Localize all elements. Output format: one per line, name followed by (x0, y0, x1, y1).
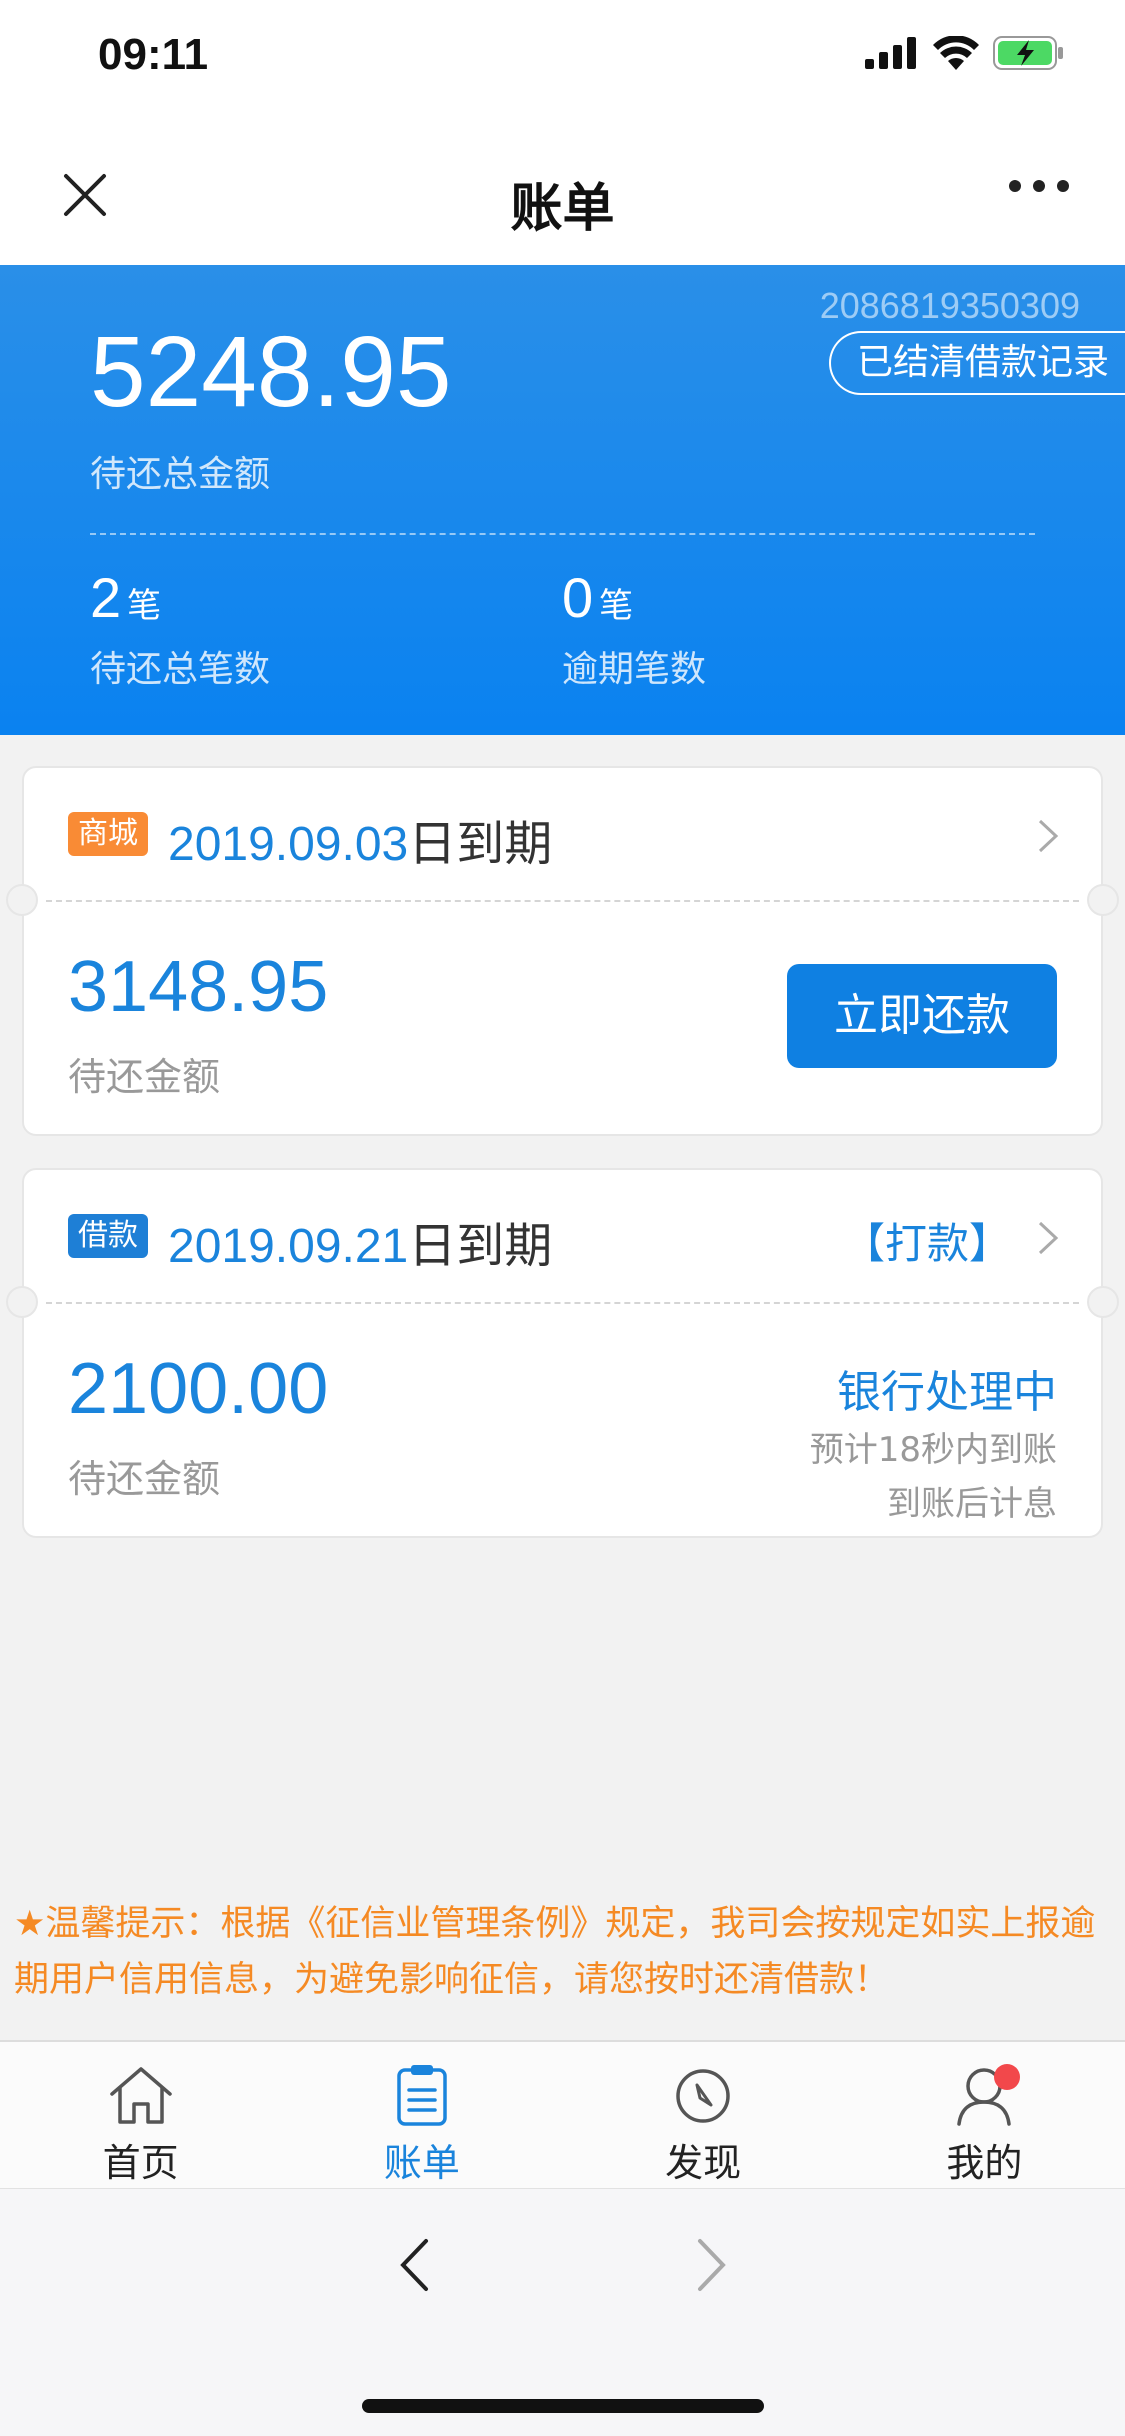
bill-amount: 2100.00 (68, 1349, 329, 1429)
bill-summary: 2086819350309 已结清借款记录 5248.95 待还总金额 2笔 待… (0, 265, 1125, 735)
divider (46, 1302, 1079, 1304)
browser-toolbar (0, 2188, 1125, 2436)
pending-count: 2 (90, 566, 122, 629)
bill-icon (397, 2065, 447, 2126)
forward-arrow-icon[interactable] (696, 2237, 728, 2293)
total-amount: 5248.95 (90, 316, 452, 428)
home-icon (109, 2067, 172, 2124)
page-title: 账单 (510, 179, 615, 239)
status-time: 09:11 (98, 30, 209, 79)
due-date: 2019.09.21日到期 (168, 1206, 552, 1276)
total-amount-label: 待还总金额 (90, 454, 271, 495)
overdue-count-stat: 0笔 逾期笔数 (562, 565, 706, 692)
due-date-suffix: 日到期 (408, 816, 553, 872)
repay-now-button[interactable]: 立即还款 (787, 964, 1057, 1068)
more-icon[interactable] (1009, 180, 1069, 192)
chevron-right-icon[interactable] (1037, 1220, 1059, 1256)
arrival-estimate: 预计18秒内到账 (809, 1430, 1057, 1470)
tab-bill[interactable]: 账单 (281, 2042, 562, 2188)
due-date: 2019.09.03日到期 (168, 804, 552, 874)
tab-discover[interactable]: 发现 (563, 2042, 844, 2188)
bill-amount-label: 待还金额 (68, 1055, 221, 1099)
bill-card: 商城 2019.09.03日到期 3148.95 待还金额 立即还款 (6, 766, 1119, 1136)
signal-icon (865, 37, 916, 69)
due-date-value: 2019.09.03 (168, 818, 409, 871)
compass-icon (676, 2069, 730, 2123)
warning-tip: ★温馨提示：根据《征信业管理条例》规定，我司会按规定如实上报逾期用户信用信息，为… (14, 1904, 1096, 2000)
chevron-right-icon[interactable] (1037, 818, 1059, 854)
tab-bar: 首页 账单 发现 我的 (0, 2040, 1125, 2188)
tab-label: 首页 (102, 2141, 179, 2185)
card-notch (6, 884, 38, 916)
status-icons (865, 36, 1065, 70)
transfer-link[interactable]: 【打款】 (843, 1210, 1011, 1271)
wifi-icon (933, 36, 979, 70)
notification-dot (993, 2064, 1020, 2090)
overdue-count-label: 逾期笔数 (562, 649, 707, 690)
bill-card: 借款 2019.09.21日到期 【打款】 2100.00 待还金额 银行处理中… (6, 1168, 1119, 1538)
overdue-count: 0 (562, 566, 594, 629)
tab-label: 账单 (383, 2141, 460, 2185)
bill-amount: 3148.95 (68, 947, 329, 1027)
nav-bar: 账单 (0, 130, 1125, 265)
pending-unit: 笔 (127, 586, 162, 626)
settled-records-button[interactable]: 已结清借款记录 (828, 331, 1125, 395)
tab-mine[interactable]: 我的 (844, 2042, 1125, 2188)
back-arrow-icon[interactable] (398, 2237, 430, 2293)
pending-count-stat: 2笔 待还总笔数 (90, 565, 270, 692)
divider (90, 533, 1035, 535)
due-date-value: 2019.09.21 (168, 1220, 409, 1273)
tab-label: 发现 (665, 2141, 742, 2185)
divider (46, 900, 1079, 902)
overdue-unit: 笔 (599, 586, 634, 626)
card-notch (1087, 1286, 1119, 1318)
bill-amount-label: 待还金额 (68, 1457, 221, 1501)
bank-processing-status: 银行处理中 (837, 1367, 1057, 1418)
status-bar: 09:11 (0, 0, 1125, 130)
tab-label: 我的 (946, 2141, 1023, 2185)
bill-card-header[interactable]: 商城 2019.09.03日到期 (24, 768, 1101, 902)
battery-charging-icon (993, 36, 1063, 70)
bill-type-tag: 商城 (68, 812, 148, 856)
bill-card-header[interactable]: 借款 2019.09.21日到期 【打款】 (24, 1170, 1101, 1304)
account-number: 2086819350309 (819, 285, 1080, 326)
card-notch (1087, 884, 1119, 916)
pending-count-label: 待还总笔数 (90, 649, 271, 690)
interest-note: 到账后计息 (887, 1484, 1057, 1524)
home-indicator (362, 2399, 764, 2413)
bill-type-tag: 借款 (68, 1214, 148, 1258)
tab-home[interactable]: 首页 (0, 2042, 281, 2188)
due-date-suffix: 日到期 (408, 1218, 553, 1274)
card-notch (6, 1286, 38, 1318)
